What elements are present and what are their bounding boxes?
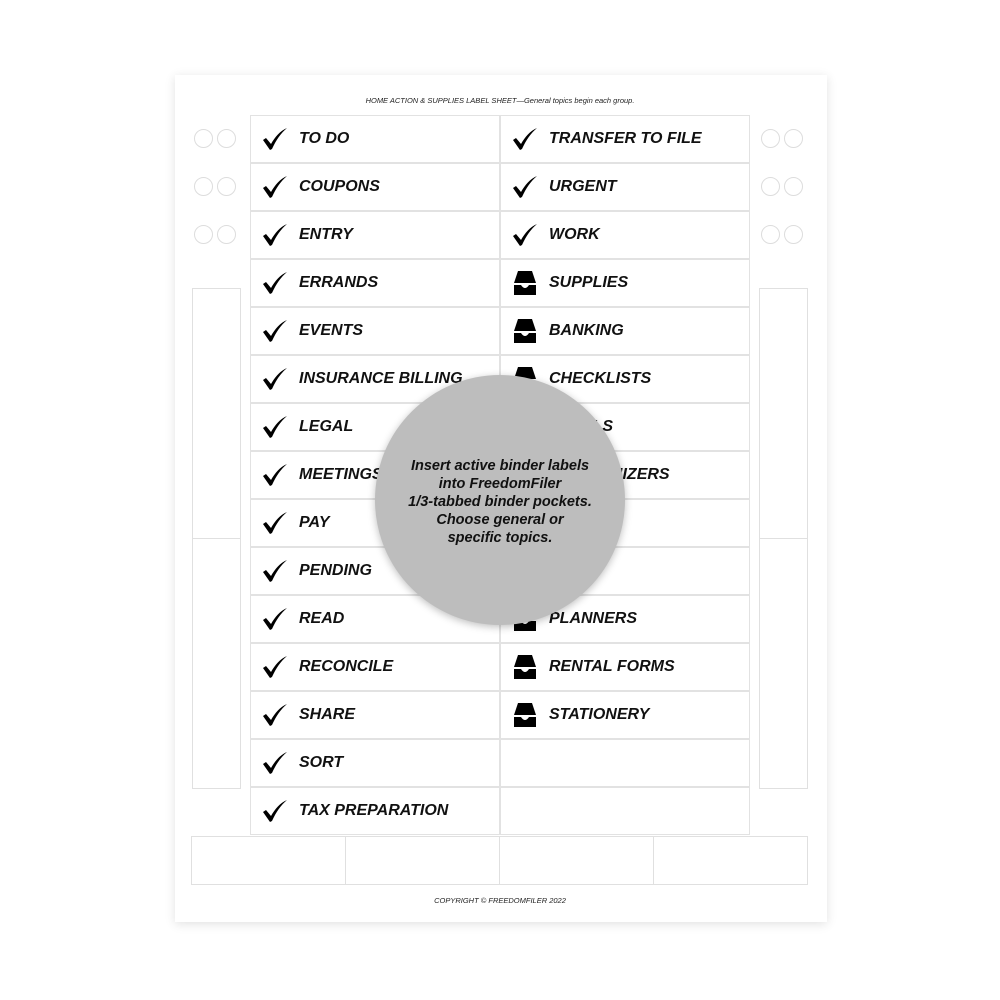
hole — [217, 129, 236, 148]
hole — [784, 177, 803, 196]
label-text: MEETINGS — [299, 466, 383, 483]
checkmark-icon — [261, 653, 289, 681]
label-text: URGENT — [549, 178, 617, 195]
hole — [217, 177, 236, 196]
checkmark-icon — [261, 605, 289, 633]
label-text: SORT — [299, 754, 344, 771]
label-cell: WORK — [500, 211, 750, 259]
label-cell: EVENTS — [250, 307, 500, 355]
side-panel-right-top — [759, 288, 808, 539]
punch-holes-right-2 — [761, 177, 803, 196]
checkmark-icon — [261, 173, 289, 201]
label-cell: RENTAL FORMS — [500, 643, 750, 691]
hole — [761, 177, 780, 196]
label-text: SUPPLIES — [549, 274, 629, 291]
checkmark-icon — [261, 461, 289, 489]
label-text: ENTRY — [299, 226, 353, 243]
hole — [194, 129, 213, 148]
label-cell: TO DO — [250, 115, 500, 163]
label-text: TRANSFER TO FILE — [549, 130, 702, 147]
side-panel-left-bottom — [192, 538, 241, 789]
copyright: COPYRIGHT © FREEDOMFILER 2022 — [434, 896, 566, 905]
label-cell: ERRANDS — [250, 259, 500, 307]
label-text: WORK — [549, 226, 600, 243]
label-text: TAX PREPARATION — [299, 802, 449, 819]
label-text: PAY — [299, 514, 330, 531]
checkmark-icon — [511, 125, 539, 153]
bottom-cell — [499, 836, 654, 885]
hole — [194, 225, 213, 244]
punch-holes-left-2 — [194, 177, 236, 196]
tray-icon — [511, 653, 539, 681]
tray-icon — [511, 701, 539, 729]
label-cell — [500, 787, 750, 835]
label-cell: URGENT — [500, 163, 750, 211]
tray-icon — [511, 269, 539, 297]
label-cell: SHARE — [250, 691, 500, 739]
bottom-strip — [191, 836, 808, 885]
label-cell — [500, 739, 750, 787]
sheet-title: HOME ACTION & SUPPLIES LABEL SHEET—Gener… — [365, 96, 635, 105]
checkmark-icon — [261, 365, 289, 393]
label-cell: SORT — [250, 739, 500, 787]
checkmark-icon — [261, 125, 289, 153]
checkmark-icon — [261, 701, 289, 729]
bottom-cell — [191, 836, 346, 885]
bottom-cell — [653, 836, 808, 885]
label-cell: RECONCILE — [250, 643, 500, 691]
label-text: EVENTS — [299, 322, 364, 339]
checkmark-icon — [261, 749, 289, 777]
side-panel-left-top — [192, 288, 241, 539]
label-text: CHECKLISTS — [549, 370, 652, 387]
hole — [194, 177, 213, 196]
checkmark-icon — [511, 173, 539, 201]
label-cell: SUPPLIES — [500, 259, 750, 307]
label-text: READ — [299, 610, 345, 627]
checkmark-icon — [261, 509, 289, 537]
hole — [784, 129, 803, 148]
label-text: BANKING — [549, 322, 624, 339]
label-text: TO DO — [299, 130, 350, 147]
label-text: PENDING — [299, 562, 372, 579]
label-text: LEGAL — [299, 418, 354, 435]
hole — [761, 129, 780, 148]
punch-holes-right-3 — [761, 225, 803, 244]
label-cell: BANKING — [500, 307, 750, 355]
tray-icon — [511, 317, 539, 345]
label-text: INSURANCE BILLING — [299, 370, 463, 387]
checkmark-icon — [261, 797, 289, 825]
punch-holes-right-1 — [761, 129, 803, 148]
label-text: RENTAL FORMS — [549, 658, 675, 675]
checkmark-icon — [261, 557, 289, 585]
label-text: COUPONS — [299, 178, 380, 195]
label-text: PLANNERS — [549, 610, 638, 627]
label-text: RECONCILE — [299, 658, 394, 675]
instruction-text: Insert active binder labels into Freedom… — [408, 458, 592, 546]
side-panel-right-bottom — [759, 538, 808, 789]
label-cell: ENTRY — [250, 211, 500, 259]
instruction-callout: Insert active binder labels into Freedom… — [375, 375, 625, 625]
checkmark-icon — [261, 221, 289, 249]
label-cell: TAX PREPARATION — [250, 787, 500, 835]
hole — [784, 225, 803, 244]
hole — [217, 225, 236, 244]
label-cell: STATIONERY — [500, 691, 750, 739]
label-cell: COUPONS — [250, 163, 500, 211]
checkmark-icon — [261, 269, 289, 297]
bottom-cell — [345, 836, 500, 885]
checkmark-icon — [511, 221, 539, 249]
punch-holes-left-1 — [194, 129, 236, 148]
checkmark-icon — [261, 413, 289, 441]
label-cell: TRANSFER TO FILE — [500, 115, 750, 163]
punch-holes-left-3 — [194, 225, 236, 244]
label-text: SHARE — [299, 706, 356, 723]
hole — [761, 225, 780, 244]
label-text: ERRANDS — [299, 274, 379, 291]
label-text: STATIONERY — [549, 706, 650, 723]
checkmark-icon — [261, 317, 289, 345]
